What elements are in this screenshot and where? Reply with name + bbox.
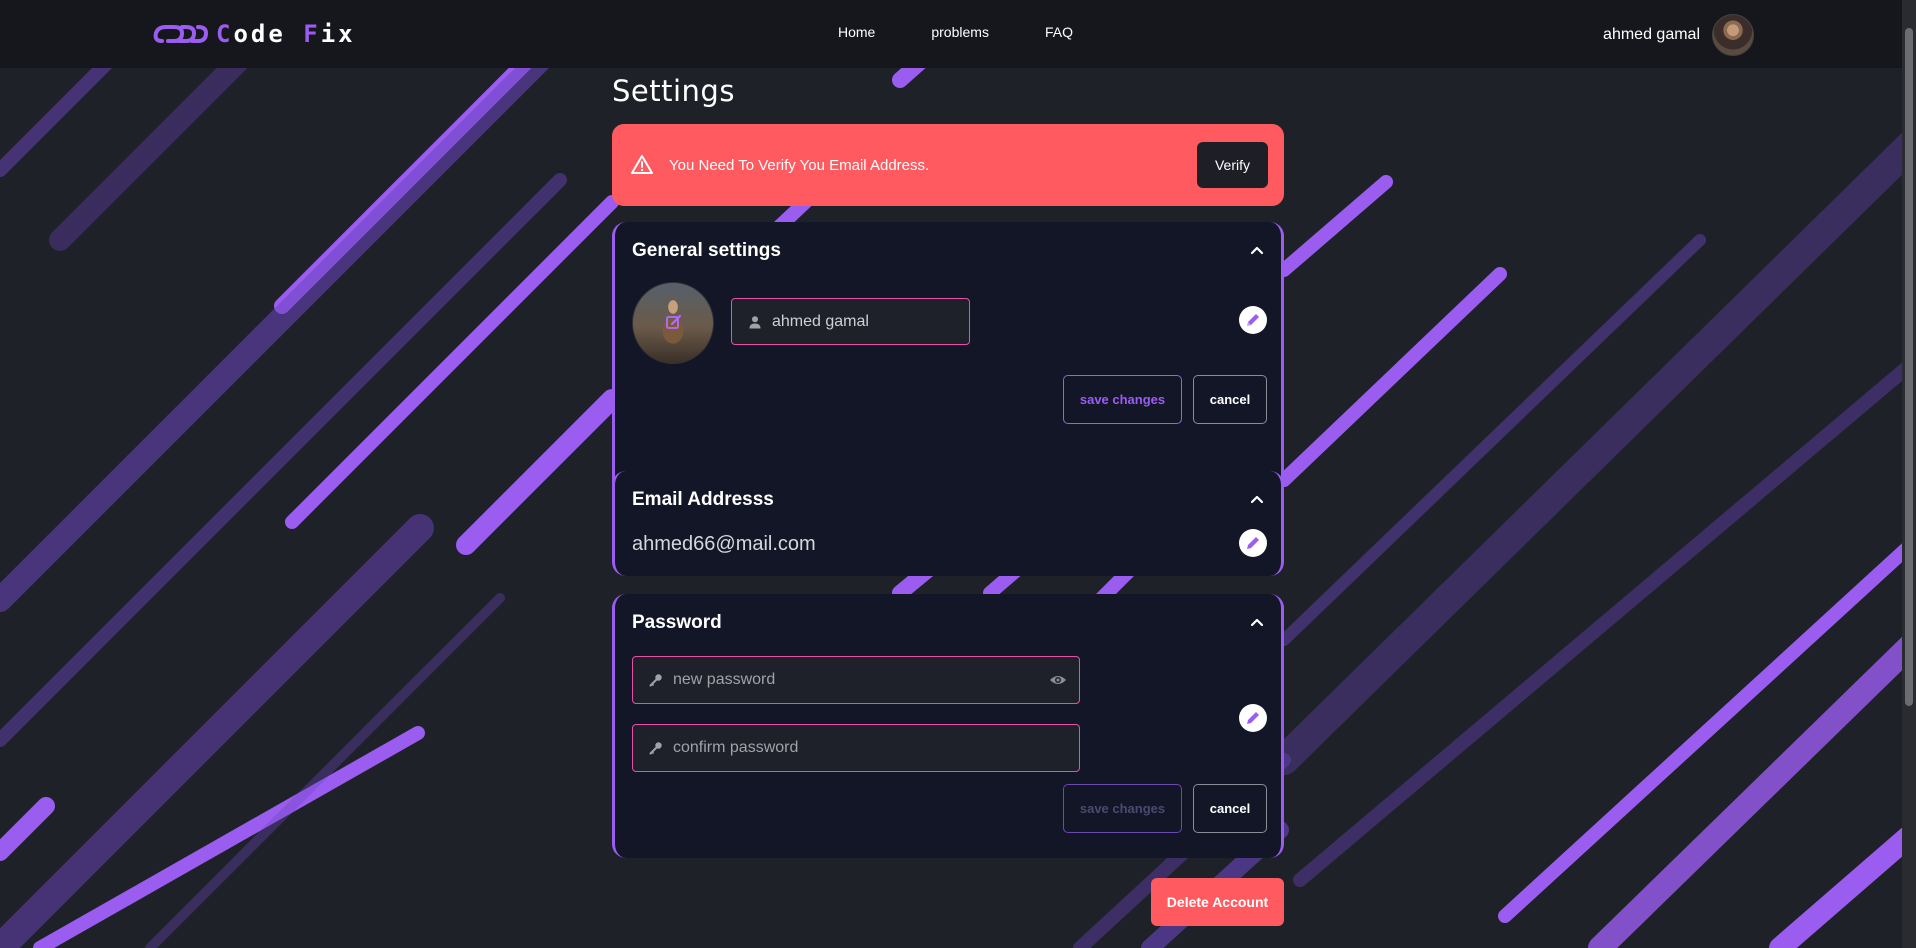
chevron-up-icon[interactable] bbox=[1249, 491, 1265, 507]
nav-links: Home problems FAQ bbox=[838, 24, 1129, 40]
edit-email-button[interactable] bbox=[1239, 529, 1267, 557]
password-card: Password new password confirm password s… bbox=[612, 594, 1284, 858]
alert-message: You Need To Verify You Email Address. bbox=[669, 156, 930, 174]
scrollbar-thumb[interactable] bbox=[1905, 28, 1913, 706]
email-card: Email Addresss ahmed66@mail.com bbox=[612, 471, 1284, 576]
top-navbar: Code Fix Home problems FAQ ahmed gamal bbox=[0, 0, 1916, 68]
confirm-password-input[interactable]: confirm password bbox=[632, 724, 1080, 772]
nav-link-problems[interactable]: problems bbox=[931, 24, 989, 40]
user-menu[interactable]: ahmed gamal bbox=[1603, 14, 1754, 56]
name-field[interactable]: ahmed gamal bbox=[731, 298, 970, 345]
nav-link-faq[interactable]: FAQ bbox=[1045, 24, 1073, 40]
brand-name: Code Fix bbox=[216, 20, 356, 48]
user-name[interactable]: ahmed gamal bbox=[1603, 26, 1700, 44]
password-title: Password bbox=[632, 612, 722, 633]
pencil-icon bbox=[1247, 314, 1259, 326]
save-general-button[interactable]: save changes bbox=[1063, 375, 1182, 424]
new-password-placeholder: new password bbox=[673, 671, 776, 688]
scrollbar[interactable] bbox=[1902, 0, 1916, 948]
brand-name-ix: ix bbox=[320, 20, 356, 48]
avatar[interactable] bbox=[1712, 14, 1754, 56]
page-title: Settings bbox=[612, 74, 735, 108]
pencil-icon bbox=[1247, 537, 1259, 549]
cancel-password-button[interactable]: cancel bbox=[1193, 784, 1267, 833]
key-icon bbox=[649, 674, 662, 687]
cancel-general-button[interactable]: cancel bbox=[1193, 375, 1267, 424]
verify-button[interactable]: Verify bbox=[1197, 142, 1268, 188]
new-password-input[interactable]: new password bbox=[632, 656, 1080, 704]
edit-password-button[interactable] bbox=[1239, 704, 1267, 732]
general-settings-title: General settings bbox=[632, 240, 781, 261]
brand-name-ode: ode bbox=[233, 20, 304, 48]
chevron-up-icon[interactable] bbox=[1249, 242, 1265, 258]
save-password-button[interactable]: save changes bbox=[1063, 784, 1182, 833]
edit-photo-icon[interactable] bbox=[666, 314, 682, 330]
verify-email-alert: You Need To Verify You Email Address. Ve… bbox=[612, 124, 1284, 206]
name-value: ahmed gamal bbox=[772, 312, 869, 330]
nav-link-home[interactable]: Home bbox=[838, 24, 875, 40]
confirm-password-placeholder: confirm password bbox=[673, 739, 799, 756]
warning-triangle-icon bbox=[631, 155, 653, 174]
infinity-chain-icon bbox=[153, 25, 208, 43]
brand-name-c: C bbox=[216, 20, 234, 48]
key-icon bbox=[649, 742, 662, 755]
eye-icon[interactable] bbox=[1049, 671, 1067, 689]
edit-general-button[interactable] bbox=[1239, 306, 1267, 334]
email-value: ahmed66@mail.com bbox=[632, 533, 816, 555]
pencil-icon bbox=[1247, 712, 1259, 724]
email-title: Email Addresss bbox=[632, 489, 774, 510]
user-icon bbox=[749, 315, 761, 328]
brand-name-f: F bbox=[303, 20, 321, 48]
brand-logo[interactable]: Code Fix bbox=[152, 17, 356, 51]
chevron-up-icon[interactable] bbox=[1249, 614, 1265, 630]
delete-account-button[interactable]: Delete Account bbox=[1151, 878, 1284, 926]
